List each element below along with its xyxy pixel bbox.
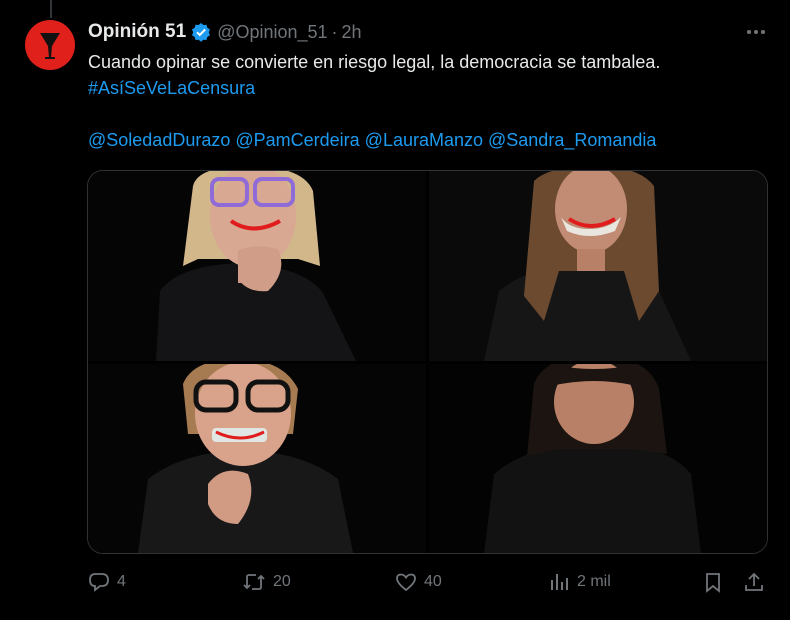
- bookmark-icon: [706, 573, 720, 593]
- repost-icon: [243, 574, 265, 590]
- share-button[interactable]: [743, 568, 765, 596]
- views-count: 2 mil: [577, 573, 611, 590]
- share-icon: [745, 572, 763, 591]
- repost-button[interactable]: 20: [242, 568, 291, 596]
- media-grid[interactable]: [87, 170, 768, 554]
- avatar[interactable]: [25, 20, 75, 70]
- hashtag-link[interactable]: #AsíSeVeLaCensura: [88, 76, 255, 100]
- reply-count: 4: [117, 573, 126, 590]
- more-icon[interactable]: [744, 20, 768, 44]
- post-header: Opinión 51 @Opinion_51 · 2h: [88, 20, 362, 44]
- reply-icon: [89, 573, 109, 592]
- photo-woman-dark-hair[interactable]: [429, 364, 767, 553]
- mentions-links[interactable]: @SoledadDurazo @PamCerdeira @LauraManzo …: [88, 128, 656, 152]
- like-count: 40: [424, 573, 442, 590]
- verified-badge-icon[interactable]: [191, 22, 211, 42]
- views-button[interactable]: 2 mil: [548, 568, 611, 596]
- post-text: Cuando opinar se convierte en riesgo leg…: [88, 52, 661, 72]
- post-time[interactable]: 2h: [342, 22, 362, 43]
- like-icon: [396, 573, 416, 592]
- views-icon: [551, 574, 568, 590]
- like-button[interactable]: 40: [395, 568, 442, 596]
- post-actions-bar: 4 20 40 2 mil: [0, 568, 790, 596]
- photo-woman-glasses-purple[interactable]: [88, 171, 426, 361]
- photo-woman-long-hair[interactable]: [429, 171, 767, 361]
- repost-count: 20: [273, 573, 291, 590]
- bookmark-button[interactable]: [702, 568, 724, 596]
- photo-woman-black-glasses[interactable]: [88, 364, 426, 553]
- reply-button[interactable]: 4: [88, 568, 126, 596]
- logo-glass-icon: [40, 33, 60, 59]
- separator-dot: ·: [331, 21, 338, 42]
- display-name[interactable]: Opinión 51: [88, 21, 186, 43]
- user-handle[interactable]: @Opinion_51: [217, 22, 327, 43]
- thread-connector-line: [50, 0, 52, 18]
